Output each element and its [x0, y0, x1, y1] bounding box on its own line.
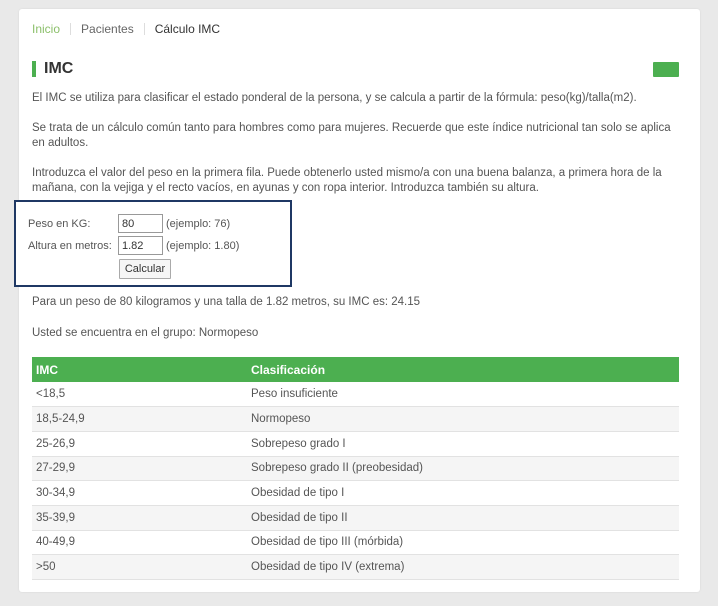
imc-range-cell: 40-49,9 — [32, 530, 251, 556]
imc-range-cell: 30-34,9 — [32, 480, 251, 506]
description-paragraph-1: El IMC se utiliza para clasificar el est… — [32, 92, 637, 104]
imc-range-cell: <18,5 — [32, 382, 251, 408]
classification-cell: Peso insuficiente — [251, 382, 679, 408]
table-row: 30-34,9 Obesidad de tipo I — [32, 480, 679, 506]
imc-range-cell: 35-39,9 — [32, 505, 251, 531]
imc-form: Peso en KG: (ejemplo: 76) Altura en metr… — [14, 200, 292, 287]
imc-range-cell: 27-29,9 — [32, 456, 251, 482]
imc-classification-table: IMC Clasificación <18,5 Peso insuficient… — [32, 357, 679, 580]
height-label: Altura en metros: — [28, 239, 112, 252]
imc-range-cell: 25-26,9 — [32, 431, 251, 457]
table-row: 40-49,9 Obesidad de tipo III (mórbida) — [32, 530, 679, 556]
classification-cell: Obesidad de tipo III (mórbida) — [251, 530, 679, 556]
main-card: Inicio Pacientes Cálculo IMC IMC El IMC … — [14, 9, 700, 592]
table-row: 35-39,9 Obesidad de tipo II — [32, 505, 679, 531]
breadcrumb-current: Cálculo IMC — [143, 23, 230, 35]
breadcrumb: Inicio Pacientes Cálculo IMC — [32, 22, 230, 36]
height-input[interactable] — [118, 236, 163, 255]
weight-row: Peso en KG: (ejemplo: 76) — [28, 214, 230, 233]
classification-cell: Sobrepeso grado I — [251, 431, 679, 457]
height-row: Altura en metros: (ejemplo: 1.80) — [28, 236, 239, 255]
classification-cell: Obesidad de tipo IV (extrema) — [251, 554, 679, 580]
imc-range-cell: >50 — [32, 554, 251, 580]
weight-hint: (ejemplo: 76) — [166, 217, 231, 230]
calculate-button[interactable]: Calcular — [119, 259, 171, 279]
title-accent-bar — [32, 61, 36, 77]
weight-label: Peso en KG: — [28, 217, 91, 230]
classification-cell: Normopeso — [251, 406, 679, 432]
classification-cell: Obesidad de tipo I — [251, 480, 679, 506]
table-row: >50 Obesidad de tipo IV (extrema) — [32, 554, 679, 580]
result-group-text: Usted se encuentra en el grupo: Normopes… — [32, 327, 259, 339]
result-text: Para un peso de 80 kilogramos y una tall… — [32, 296, 421, 308]
table-row: 25-26,9 Sobrepeso grado I — [32, 431, 679, 457]
table-row: <18,5 Peso insuficiente — [32, 382, 679, 408]
description-paragraph-2: Se trata de un cálculo común tanto para … — [32, 122, 671, 149]
header-action-button[interactable] — [653, 62, 679, 77]
height-hint: (ejemplo: 1.80) — [166, 239, 240, 252]
classification-cell: Sobrepeso grado II (preobesidad) — [251, 456, 679, 482]
page-header: IMC — [32, 60, 73, 78]
table-row: 27-29,9 Sobrepeso grado II (preobesidad) — [32, 456, 679, 482]
table-row: 18,5-24,9 Normopeso — [32, 406, 679, 432]
breadcrumb-home-link[interactable]: Inicio — [32, 23, 70, 35]
header-imc: IMC — [32, 357, 251, 382]
breadcrumb-patients-link[interactable]: Pacientes — [70, 23, 144, 35]
header-classification: Clasificación — [251, 357, 679, 382]
table-header-row: IMC Clasificación — [32, 357, 679, 382]
imc-range-cell: 18,5-24,9 — [32, 406, 251, 432]
page-title: IMC — [44, 60, 74, 77]
classification-cell: Obesidad de tipo II — [251, 505, 679, 531]
weight-input[interactable] — [118, 214, 163, 233]
description-paragraph-3: Introduzca el valor del peso en la prime… — [32, 167, 662, 194]
